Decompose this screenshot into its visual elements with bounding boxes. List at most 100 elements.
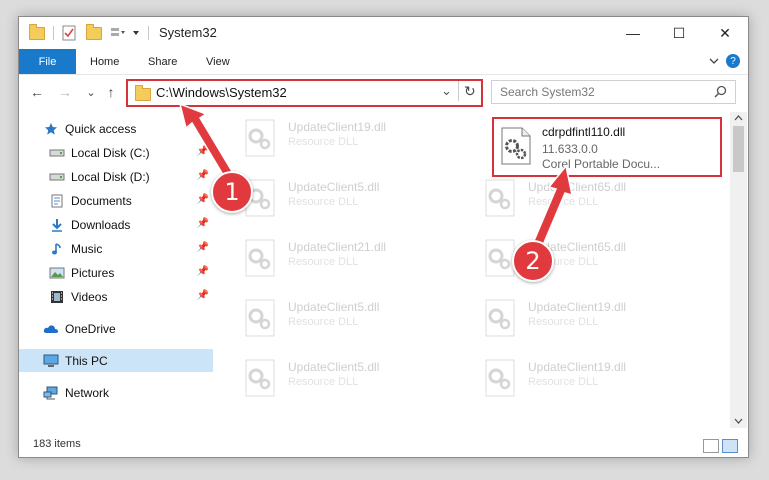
pin-icon[interactable]: 📌: [197, 146, 209, 157]
dll-file-icon: [501, 127, 531, 165]
minimize-button[interactable]: —: [610, 17, 656, 49]
sidebar-item-this-pc[interactable]: This PC: [19, 349, 213, 372]
file-type: Resource DLL: [288, 256, 359, 268]
navigation-bar: ← → ⌄ ↑ C:\Windows\System32 ⌄ ↻ Search S…: [19, 74, 748, 108]
file-type: Resource DLL: [288, 316, 359, 328]
address-separator: [458, 81, 459, 101]
sidebar-item-local-disk-d[interactable]: Local Disk (D:) 📌: [19, 165, 213, 188]
file-type: Resource DLL: [288, 376, 359, 388]
list-item[interactable]: UpdateClient19.dll Resource DLL: [478, 352, 708, 404]
tab-home[interactable]: Home: [90, 49, 119, 74]
sidebar-item-network[interactable]: Network: [19, 381, 213, 404]
pin-icon[interactable]: 📌: [197, 170, 209, 181]
file-type: Resource DLL: [288, 136, 359, 148]
step-badge-2: 2: [512, 240, 554, 282]
file-explorer-window: System32 — ☐ ✕ File Home Share View ? ← …: [18, 16, 749, 458]
refresh-icon[interactable]: ↻: [464, 83, 476, 100]
folder-icon: [29, 23, 45, 40]
pin-icon[interactable]: 📌: [197, 266, 209, 277]
cloud-icon: [43, 322, 59, 336]
step-badge-1: 1: [211, 171, 253, 213]
file-type: Resource DLL: [528, 316, 599, 328]
sidebar-item-label: Pictures: [71, 265, 115, 280]
drive-icon: [49, 170, 65, 184]
sidebar-item-onedrive[interactable]: OneDrive: [19, 317, 213, 340]
list-item[interactable]: UpdateClient5.dll Resource DLL: [238, 292, 468, 344]
pictures-icon: [49, 266, 65, 280]
music-icon: [49, 242, 65, 256]
recent-locations-button[interactable]: ⌄: [81, 82, 101, 102]
computer-icon: [43, 354, 59, 368]
file-list: UpdateClient19.dll Resource DLL UpdateCl…: [222, 112, 730, 428]
sidebar-item-pictures[interactable]: Pictures 📌: [19, 261, 213, 284]
large-icons-view-icon[interactable]: [722, 439, 738, 453]
scroll-up-icon[interactable]: [734, 115, 743, 121]
customize-toolbar-icon[interactable]: [110, 26, 126, 40]
tab-view[interactable]: View: [206, 49, 230, 74]
file-name: cdrpdfintl110.dll: [542, 125, 626, 139]
up-button[interactable]: ↑: [101, 82, 121, 102]
sidebar-item-label: This PC: [65, 353, 108, 368]
list-item[interactable]: UpdateClient5.dll Resource DLL: [238, 172, 468, 224]
documents-icon: [49, 194, 65, 208]
folder-icon: [135, 85, 151, 101]
new-folder-icon[interactable]: [86, 23, 102, 40]
properties-icon[interactable]: [62, 25, 76, 41]
details-view-icon[interactable]: [703, 439, 719, 453]
expand-ribbon-icon[interactable]: [709, 57, 719, 65]
file-name: UpdateClient19.dll: [528, 360, 627, 374]
scroll-down-icon[interactable]: [734, 418, 743, 424]
search-box[interactable]: Search System32: [491, 80, 736, 104]
highlighted-file-item[interactable]: cdrpdfintl110.dll 11.633.0.0 Corel Porta…: [492, 117, 722, 177]
file-version: 11.633.0.0: [542, 142, 598, 156]
list-item[interactable]: UpdateClient5.dll Resource DLL: [238, 352, 468, 404]
pin-icon[interactable]: 📌: [197, 290, 209, 301]
search-placeholder: Search System32: [500, 85, 595, 99]
close-button[interactable]: ✕: [702, 17, 748, 49]
forward-button[interactable]: →: [55, 82, 75, 102]
sidebar-item-music[interactable]: Music 📌: [19, 237, 213, 260]
file-type: Resource DLL: [528, 376, 599, 388]
toolbar-separator: [148, 26, 149, 40]
scrollbar-thumb[interactable]: [733, 126, 744, 172]
pin-icon[interactable]: 📌: [197, 194, 209, 205]
help-icon[interactable]: ?: [726, 54, 740, 68]
chevron-down-icon[interactable]: [132, 29, 140, 37]
file-type: Resource DLL: [528, 196, 599, 208]
list-item[interactable]: UpdateClient65.dll Resource DLL: [478, 172, 708, 224]
sidebar-item-documents[interactable]: Documents 📌: [19, 189, 213, 212]
status-bar: 183 items: [19, 432, 748, 457]
sidebar-item-label: Quick access: [65, 121, 137, 136]
pin-icon[interactable]: 📌: [197, 218, 209, 229]
item-count: 183 items: [33, 438, 81, 450]
sidebar-item-videos[interactable]: Videos 📌: [19, 285, 213, 308]
quick-access-toolbar: [29, 23, 149, 42]
ribbon: File Home Share View ?: [19, 49, 748, 75]
sidebar-item-downloads[interactable]: Downloads 📌: [19, 213, 213, 236]
file-name: UpdateClient65.dll: [528, 180, 627, 194]
back-button[interactable]: ←: [27, 82, 47, 102]
navigation-pane: Quick access Local Disk (C:) 📌 Local Dis…: [19, 112, 215, 428]
dll-file-icon: [245, 239, 275, 277]
address-bar[interactable]: C:\Windows\System32 ⌄ ↻: [126, 79, 483, 107]
file-description: Corel Portable Docu...: [542, 157, 661, 171]
dll-file-icon: [245, 119, 275, 157]
vertical-scrollbar[interactable]: [730, 112, 747, 428]
list-item[interactable]: UpdateClient21.dll Resource DLL: [238, 232, 468, 284]
address-dropdown-icon[interactable]: ⌄: [441, 83, 452, 99]
tab-share[interactable]: Share: [148, 49, 177, 74]
maximize-button[interactable]: ☐: [656, 17, 702, 49]
dll-file-icon: [245, 299, 275, 337]
sidebar-item-quick-access[interactable]: Quick access: [19, 117, 213, 140]
pin-icon[interactable]: 📌: [197, 242, 209, 253]
list-item[interactable]: UpdateClient19.dll Resource DLL: [478, 292, 708, 344]
dll-file-icon: [485, 359, 515, 397]
title-bar: System32 — ☐ ✕: [19, 17, 748, 49]
sidebar-item-label: Videos: [71, 289, 108, 304]
tab-file[interactable]: File: [19, 49, 76, 74]
sidebar-item-label: OneDrive: [65, 321, 116, 336]
search-icon[interactable]: [714, 85, 727, 98]
list-item[interactable]: UpdateClient19.dll Resource DLL: [238, 112, 468, 164]
sidebar-item-local-disk-c[interactable]: Local Disk (C:) 📌: [19, 141, 213, 164]
star-icon: [43, 122, 59, 136]
